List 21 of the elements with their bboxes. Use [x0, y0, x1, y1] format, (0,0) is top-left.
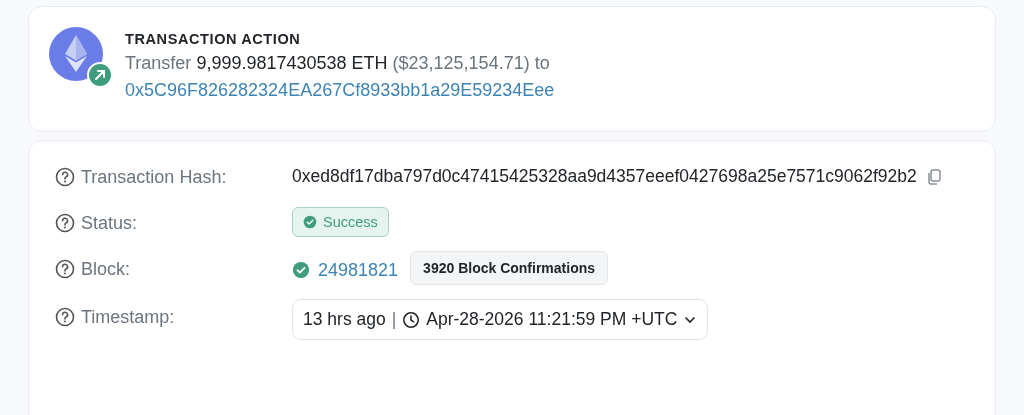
transaction-hash: 0xed8df17dba797d0c47415425328aa9d4357eeef0427698a25e7571c9062f92b2: [292, 166, 917, 186]
timestamp-dropdown[interactable]: 13 hrs ago | Apr-28-2026 11:21:59 PM +UTC: [292, 299, 709, 340]
block-link[interactable]: 24981821: [318, 259, 399, 281]
arrow-up-right-icon: [87, 62, 113, 88]
section-title: TRANSACTION ACTION: [125, 31, 302, 47]
help-icon[interactable]: [55, 307, 75, 327]
confirmations-badge: 3920 Block Confirmations: [410, 251, 609, 285]
help-icon[interactable]: [55, 213, 75, 233]
field-label: Status:: [81, 212, 138, 234]
status-text: Success: [323, 214, 378, 230]
ethereum-logo-icon: [49, 27, 103, 81]
help-icon[interactable]: [55, 259, 75, 279]
field-label: Transaction Hash:: [81, 166, 227, 188]
help-icon[interactable]: [55, 167, 75, 187]
recipient-address-link[interactable]: 0x5C96F826282324EA267Cf8933bb1a29E59234Eee: [125, 80, 555, 101]
check-circle-icon: [292, 261, 310, 279]
transfer-summary: Transfer 9,999.9817430538 ETH ($23,125,154.71) to: [125, 53, 551, 74]
clock-icon: [402, 310, 421, 329]
check-circle-icon: [303, 215, 317, 229]
field-label: Block:: [81, 258, 131, 280]
field-label: Timestamp:: [81, 306, 175, 328]
